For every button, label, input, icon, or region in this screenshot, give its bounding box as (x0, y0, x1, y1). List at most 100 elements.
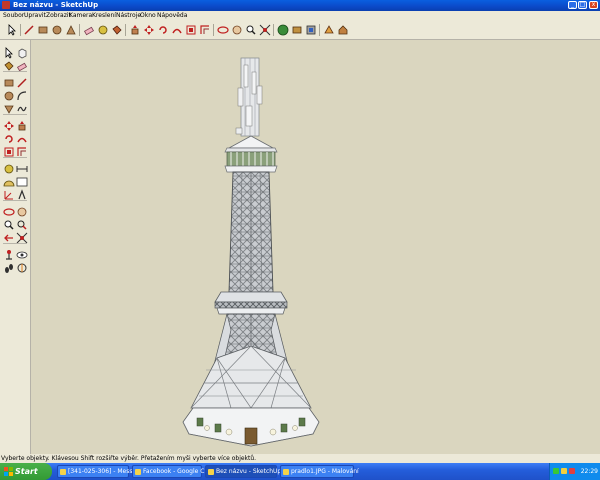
tape-measure-icon[interactable] (3, 160, 15, 174)
toolbar-separator (125, 24, 126, 36)
close-button[interactable]: x (589, 1, 598, 9)
menu-help[interactable]: Nápověda (157, 11, 187, 21)
select-icon[interactable] (3, 44, 15, 59)
tools-palette (0, 40, 31, 454)
taskbar: Start [341-025-306] - Mess... Facebook -… (0, 463, 600, 480)
menu-edit[interactable]: Upravit (24, 11, 46, 21)
menu-draw[interactable]: Kreslení (92, 11, 116, 21)
scale-icon[interactable] (3, 143, 15, 157)
status-bar: Vyberte objekty. Klávesou Shift rozšiřte… (0, 454, 600, 463)
dimension-icon[interactable] (16, 160, 28, 172)
position-camera-icon[interactable] (3, 246, 15, 260)
taskbar-item-chrome[interactable]: Facebook - Google C... (132, 465, 210, 478)
maximize-button[interactable]: □ (578, 1, 587, 9)
observation-cabin (224, 135, 278, 173)
eraser-icon[interactable] (83, 24, 95, 36)
system-tray: 22:29 (549, 463, 600, 480)
eraser-icon[interactable] (16, 57, 28, 72)
protractor-icon[interactable] (3, 173, 15, 187)
palette-separator (3, 114, 27, 115)
move-icon[interactable] (143, 24, 155, 36)
share-model-icon[interactable] (291, 24, 303, 36)
walk-icon[interactable] (3, 259, 15, 273)
arc-icon[interactable] (16, 87, 28, 101)
sketchup-app-icon (2, 1, 10, 9)
menu-camera[interactable]: Kamera (69, 11, 92, 21)
follow-me-icon[interactable] (171, 24, 183, 36)
offset-icon[interactable] (199, 24, 211, 36)
text-icon[interactable] (16, 173, 28, 187)
middle-platform (214, 291, 288, 315)
follow-me-icon[interactable] (16, 130, 28, 143)
sketchup-icon (208, 469, 214, 475)
clock: 22:29 (580, 468, 598, 475)
network-icon[interactable] (553, 468, 559, 474)
line-icon[interactable] (23, 24, 35, 36)
taskbar-item-paint[interactable]: pradlo1.JPG - Malování (280, 465, 359, 478)
taskbar-item-messenger[interactable]: [341-025-306] - Mess... (57, 465, 138, 478)
title-bar: Bez názvu - SketchUp _ □ x (0, 0, 600, 11)
paint-bucket-icon[interactable] (111, 24, 123, 36)
security-icon[interactable] (569, 468, 575, 474)
zoom-window-icon[interactable] (16, 216, 28, 230)
circle-icon[interactable] (3, 87, 15, 101)
circle-icon[interactable] (51, 24, 63, 36)
menu-bar: Soubor Upravit Zobrazit Kamera Kreslení … (0, 11, 600, 21)
task-label: Bez názvu - SketchUp (216, 468, 282, 475)
axes-icon[interactable] (3, 186, 15, 200)
rectangle-icon[interactable] (37, 24, 49, 36)
paint-bucket-icon[interactable] (3, 57, 15, 71)
zoom-extents-icon[interactable] (259, 24, 271, 36)
rotate-icon[interactable] (157, 24, 169, 36)
orbit-icon[interactable] (217, 24, 229, 36)
menu-tools[interactable]: Nástroje (116, 11, 141, 21)
drawing-viewport[interactable] (31, 40, 600, 454)
volume-icon[interactable] (561, 468, 567, 474)
minimize-button[interactable]: _ (568, 1, 577, 9)
push-pull-icon[interactable] (129, 24, 141, 36)
window-title: Bez názvu - SketchUp (13, 1, 99, 9)
task-label: Facebook - Google C... (143, 468, 211, 475)
windows-logo-icon (4, 467, 13, 476)
menu-view[interactable]: Zobrazit (46, 11, 71, 21)
freehand-icon[interactable] (16, 100, 28, 112)
start-button[interactable]: Start (0, 463, 52, 480)
tape-measure-icon[interactable] (97, 24, 109, 36)
move-icon[interactable] (3, 117, 15, 131)
section-plane-icon[interactable] (16, 259, 28, 273)
3d-text-icon[interactable] (16, 186, 28, 200)
scale-icon[interactable] (185, 24, 197, 36)
menu-file[interactable]: Soubor (3, 11, 24, 21)
paint-icon (283, 469, 289, 475)
zoom-extents-icon[interactable] (16, 229, 28, 244)
orbit-icon[interactable] (3, 203, 15, 216)
zoom-icon[interactable] (3, 216, 15, 230)
polygon-icon[interactable] (65, 24, 77, 36)
previous-view-icon[interactable] (3, 229, 15, 242)
taskbar-item-sketchup[interactable]: Bez názvu - SketchUp (205, 465, 281, 478)
rectangle-icon[interactable] (3, 74, 15, 87)
polygon-icon[interactable] (3, 100, 15, 114)
toolbar-separator (20, 24, 21, 36)
line-icon[interactable] (16, 74, 28, 88)
toolbar-separator (273, 24, 274, 36)
toolbar-separator (79, 24, 80, 36)
rotate-icon[interactable] (3, 130, 15, 143)
menu-window[interactable]: Okno (140, 11, 156, 21)
get-models-icon[interactable] (277, 24, 289, 36)
select-icon[interactable] (6, 24, 18, 36)
push-pull-icon[interactable] (16, 117, 28, 131)
make-component-icon[interactable] (16, 44, 28, 59)
zoom-icon[interactable] (245, 24, 257, 36)
pan-icon[interactable] (16, 203, 28, 217)
antenna (235, 57, 263, 137)
status-text: Vyberte objekty. Klávesou Shift rozšiřte… (1, 455, 257, 462)
section-icon[interactable] (323, 24, 335, 36)
house-icon[interactable] (337, 24, 349, 36)
pan-icon[interactable] (231, 24, 243, 36)
look-around-icon[interactable] (16, 246, 28, 259)
offset-icon[interactable] (16, 143, 28, 156)
chrome-icon (135, 469, 141, 475)
component-icon[interactable] (305, 24, 317, 36)
toolbar-separator (213, 24, 214, 36)
